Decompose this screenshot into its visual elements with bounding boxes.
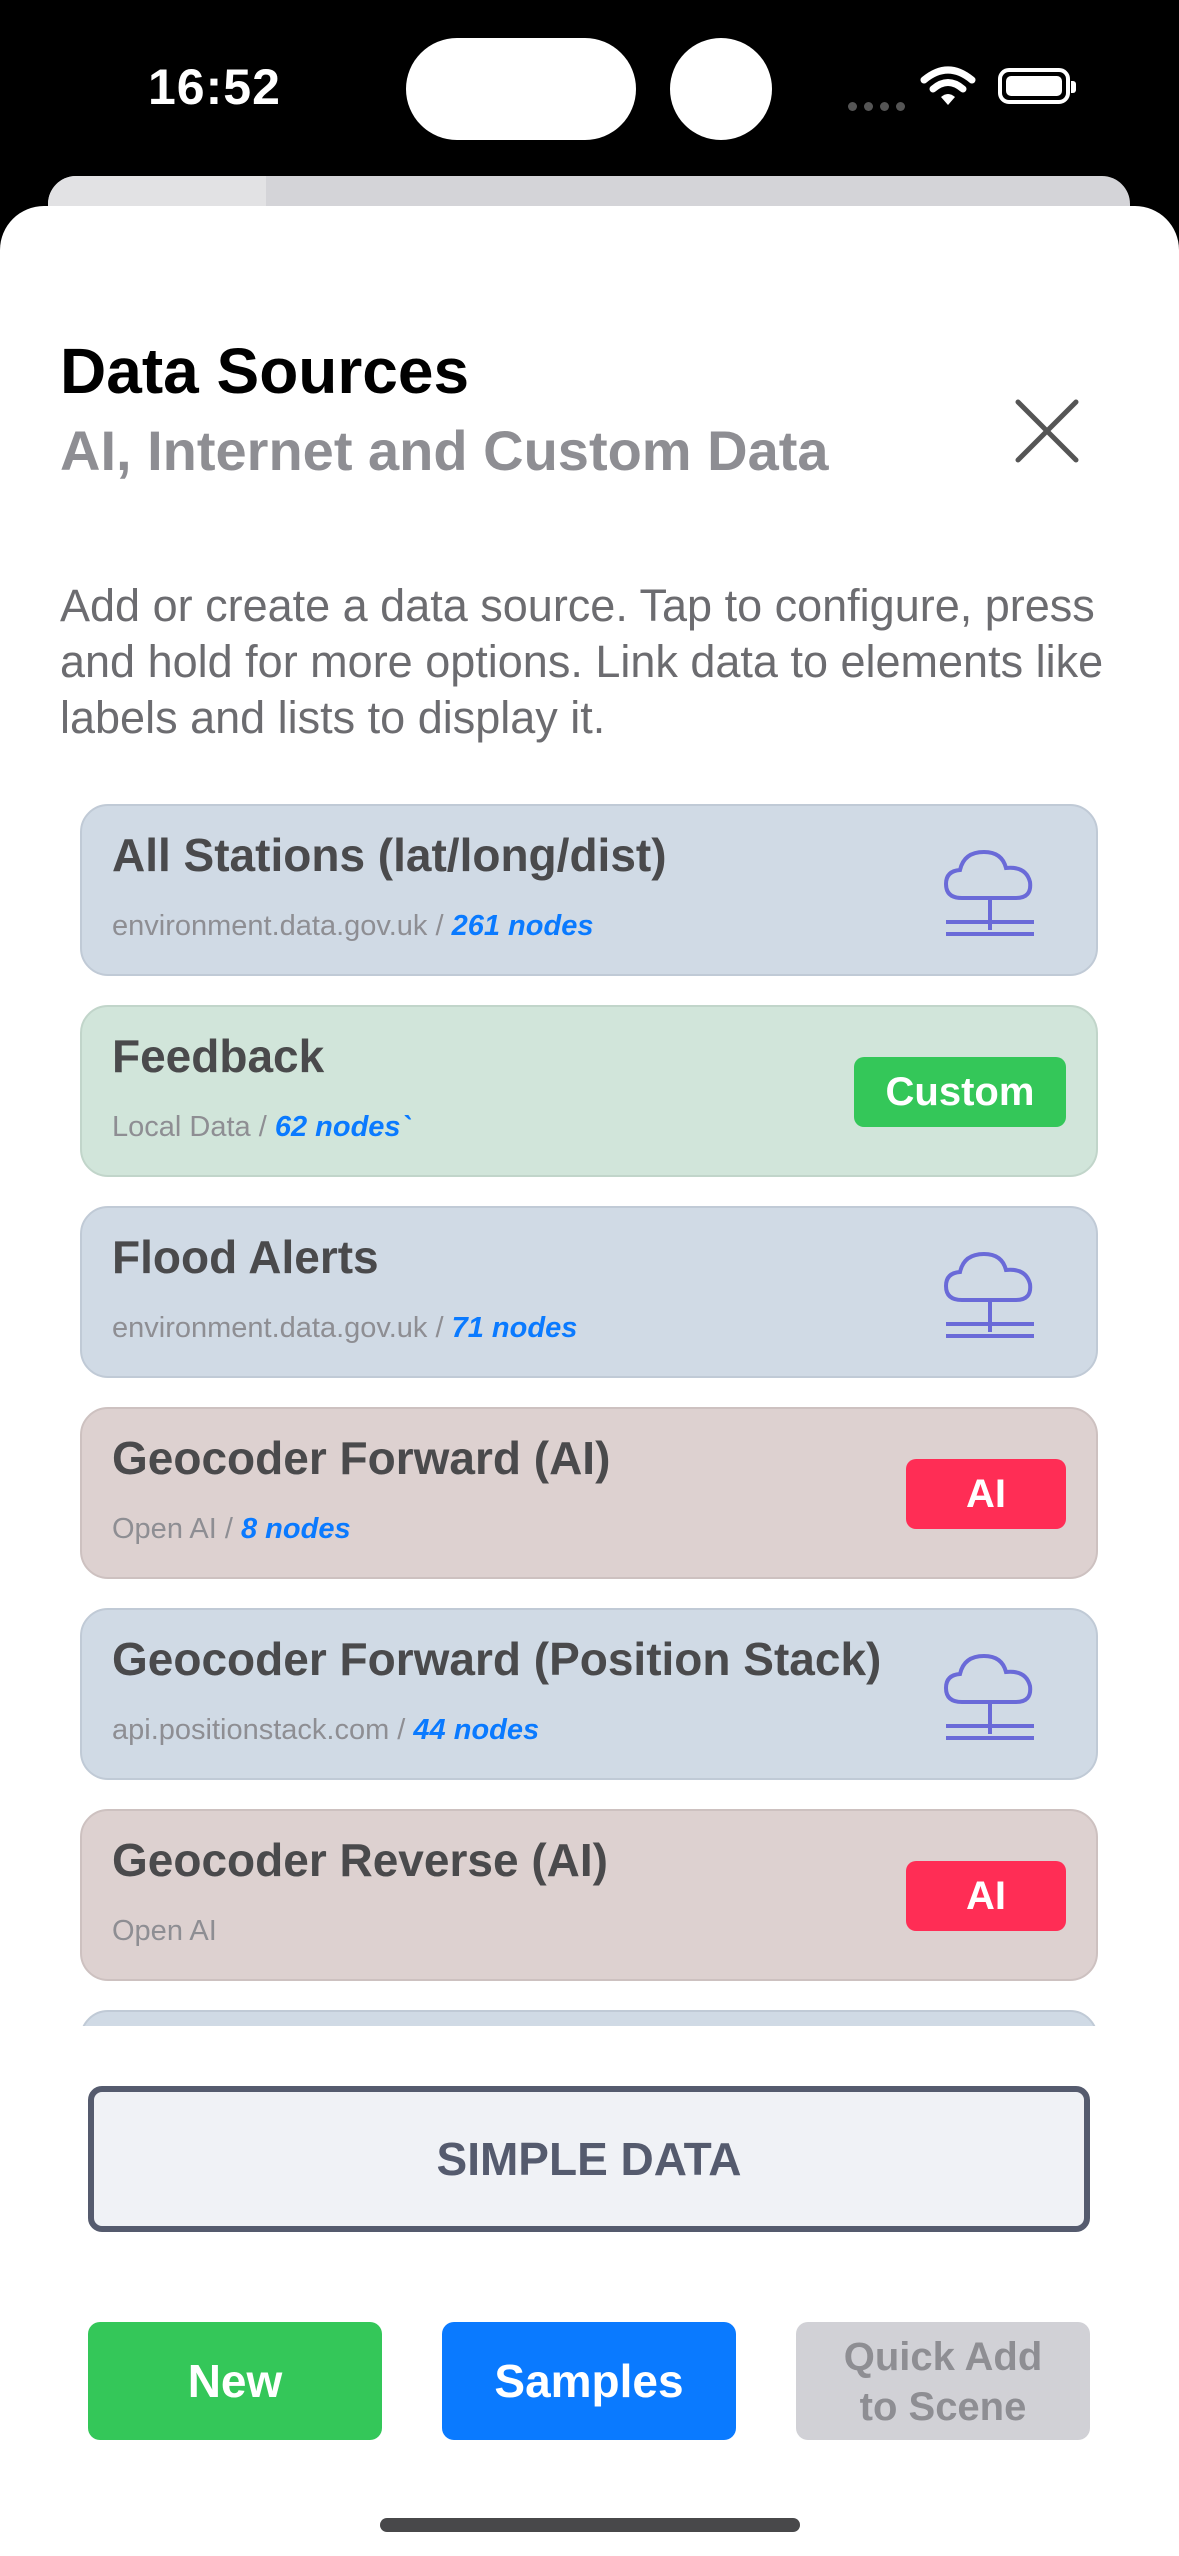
data-source-list[interactable]: All Stations (lat/long/dist) environment… — [80, 804, 1098, 2026]
data-source-card[interactable]: Feedback Local Data / 62 nodes` Custom — [80, 1005, 1098, 1177]
data-source-card[interactable]: Geocoder Reverse (AI) Open AI AI — [80, 1809, 1098, 1981]
status-time: 16:52 — [148, 59, 281, 115]
cellular-signal-icon — [848, 98, 912, 116]
data-source-title: Feedback — [112, 1030, 325, 1082]
data-source-card-partial[interactable] — [80, 2010, 1098, 2026]
data-source-card[interactable]: All Stations (lat/long/dist) environment… — [80, 804, 1098, 976]
dynamic-island — [406, 38, 636, 140]
data-source-title: Geocoder Forward (Position Stack) — [112, 1633, 882, 1685]
data-source-subtitle: Open AI — [112, 1915, 217, 1948]
close-icon — [1015, 399, 1079, 463]
sheet-description: Add or create a data source. Tap to conf… — [60, 580, 1104, 743]
custom-badge: Custom — [854, 1057, 1066, 1127]
data-source-node-count: 71 nodes — [451, 1312, 578, 1344]
cloud-network-icon — [943, 1653, 1034, 1740]
data-source-subtitle: environment.data.gov.uk / 261 nodes — [112, 910, 593, 943]
data-source-card[interactable]: Flood Alerts environment.data.gov.uk / 7… — [80, 1206, 1098, 1378]
data-source-title: All Stations (lat/long/dist) — [112, 829, 667, 881]
data-source-origin: Open AI / — [112, 1513, 241, 1545]
data-source-title: Geocoder Forward (AI) — [112, 1432, 611, 1484]
data-source-origin: environment.data.gov.uk / — [112, 910, 452, 942]
data-source-node-count: 261 nodes — [451, 910, 594, 942]
data-source-subtitle: environment.data.gov.uk / 71 nodes — [112, 1312, 577, 1345]
cloud-network-icon — [943, 1251, 1034, 1338]
data-source-node-count: 44 nodes — [413, 1714, 540, 1746]
quick-add-label-line1: Quick Add — [843, 2335, 1043, 2379]
samples-button[interactable]: Samples — [442, 2322, 736, 2440]
quick-add-label-line2: to Scene — [859, 2385, 1027, 2429]
data-source-title: Geocoder Reverse (AI) — [112, 1834, 608, 1886]
data-source-origin: api.positionstack.com / — [112, 1714, 414, 1746]
data-source-card[interactable]: Geocoder Forward (Position Stack) api.po… — [80, 1608, 1098, 1780]
dynamic-island-camera — [670, 38, 772, 140]
data-source-origin: Open AI — [112, 1915, 217, 1947]
data-source-subtitle: Local Data / 62 nodes` — [112, 1111, 410, 1144]
data-source-card[interactable]: Geocoder Forward (AI) Open AI / 8 nodes … — [80, 1407, 1098, 1579]
data-source-node-count: 8 nodes — [240, 1513, 351, 1545]
simple-data-button[interactable]: SIMPLE DATA — [88, 2086, 1090, 2232]
new-button[interactable]: New — [88, 2322, 382, 2440]
page-title: Data Sources — [60, 335, 470, 407]
data-source-title: Flood Alerts — [112, 1231, 379, 1283]
wifi-icon — [920, 66, 976, 113]
ai-badge: AI — [906, 1459, 1066, 1529]
data-source-origin: Local Data / — [112, 1111, 275, 1143]
page-subtitle: AI, Internet and Custom Data — [60, 419, 829, 482]
data-source-origin: environment.data.gov.uk / — [112, 1312, 452, 1344]
battery-icon — [998, 68, 1076, 104]
status-bar: 16:52 — [0, 0, 1179, 180]
data-source-subtitle: Open AI / 8 nodes — [112, 1513, 351, 1546]
ai-badge: AI — [906, 1861, 1066, 1931]
home-indicator[interactable] — [380, 2518, 800, 2532]
close-button[interactable] — [1012, 396, 1082, 466]
data-source-node-count: 62 nodes` — [274, 1111, 411, 1143]
cloud-network-icon — [943, 849, 1034, 936]
data-source-subtitle: api.positionstack.com / 44 nodes — [112, 1714, 539, 1747]
quick-add-to-scene-button[interactable]: Quick Add to Scene — [796, 2322, 1090, 2440]
